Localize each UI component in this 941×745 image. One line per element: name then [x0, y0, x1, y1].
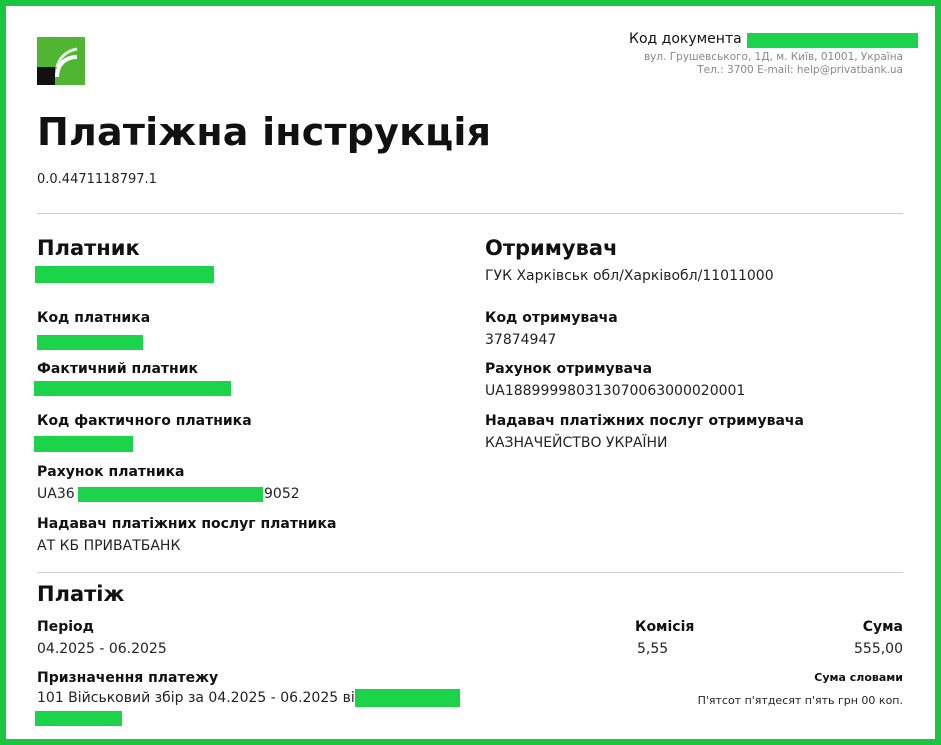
payer-psp-value: АТ КБ ПРИВАТБАНК — [37, 538, 181, 554]
actual-payer-label: Фактичний платник — [37, 361, 199, 377]
redacted-payer-code — [37, 335, 143, 350]
actual-payer-code-label: Код фактичного платника — [37, 413, 252, 429]
purpose-value: 101 Військовий збір за 04.2025 - 06.2025… — [37, 690, 365, 706]
page-title: Платіжна інструкція — [37, 110, 492, 154]
bank-contacts: Тел.: 3700 E-mail: help@privatbank.ua — [697, 64, 903, 76]
redacted-purpose-extra — [35, 711, 122, 726]
recipient-account-label: Рахунок отримувача — [485, 361, 653, 377]
commission-label: Комісія — [635, 619, 695, 635]
recipient-heading: Отримувач — [485, 236, 618, 260]
payment-heading: Платіж — [37, 582, 125, 606]
sum-words-value: П'ятсот п'ятдесят п'ять грн 00 коп. — [697, 694, 903, 707]
payer-code-label: Код платника — [37, 310, 151, 326]
recipient-account-value: UA188999980313070063000020001 — [485, 383, 746, 399]
recipient-psp-value: КАЗНАЧЕЙСТВО УКРАЇНИ — [485, 435, 668, 451]
purpose-label: Призначення платежу — [37, 670, 219, 686]
divider-payment — [37, 572, 903, 573]
recipient-code-label: Код отримувача — [485, 310, 618, 326]
payer-account-suffix: 9052 — [264, 486, 300, 502]
redacted-payer-account — [78, 487, 263, 502]
redacted-actual-payer — [34, 381, 231, 396]
payer-account-prefix: UA36 — [37, 486, 75, 502]
sum-label: Сума — [862, 619, 903, 635]
privatbank-logo — [37, 37, 85, 85]
redacted-document-code — [747, 33, 918, 48]
payer-psp-label: Надавач платіжних послуг платника — [37, 516, 337, 532]
payer-account-label: Рахунок платника — [37, 464, 185, 480]
redacted-payer-name — [35, 266, 214, 283]
commission-value: 5,55 — [637, 641, 669, 657]
document-code-label: Код документа — [629, 31, 742, 47]
recipient-code-value: 37874947 — [485, 332, 557, 348]
recipient-name: ГУК Харківськ обл/Харківобл/11011000 — [485, 268, 774, 284]
divider-top — [37, 213, 903, 214]
bank-address: вул. Грушевського, 1Д, м. Київ, 01001, У… — [643, 51, 903, 63]
sum-value: 555,00 — [854, 641, 903, 657]
period-value: 04.2025 - 06.2025 — [37, 641, 167, 657]
payer-heading: Платник — [37, 236, 140, 260]
logo-square — [37, 67, 55, 85]
sum-words-label: Сума словами — [814, 671, 903, 684]
redacted-actual-payer-code — [34, 436, 133, 452]
document-id: 0.0.4471118797.1 — [37, 172, 157, 187]
period-label: Період — [37, 619, 94, 635]
recipient-psp-label: Надавач платіжних послуг отримувача — [485, 413, 804, 429]
redacted-purpose-date — [355, 689, 460, 707]
